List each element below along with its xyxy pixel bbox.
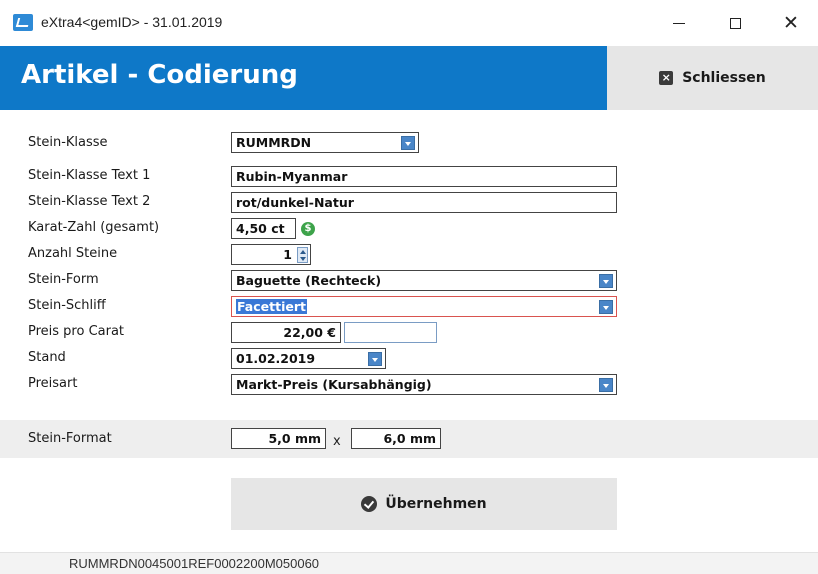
format-separator: x [333,434,341,449]
anzahl-steine-value: 1 [283,247,292,262]
stein-klasse-text2-field[interactable]: rot/dunkel-Natur [231,192,617,213]
anzahl-steine-stepper[interactable]: 1 [231,244,311,265]
stein-schliff-value: Facettiert [236,299,307,314]
preisart-select[interactable]: Markt-Preis (Kursabhängig) [231,374,617,395]
window-title: eXtra4<gemID> - 31.01.2019 [41,14,223,30]
stein-format-label: Stein-Format [28,431,112,446]
chevron-down-icon[interactable] [599,378,613,392]
page-title: Artikel - Codierung [21,60,298,90]
preis-pro-carat-value: 22,00 € [283,325,336,340]
karat-zahl-label: Karat-Zahl (gesamt) [28,220,160,235]
page-header: Artikel - Codierung × Schliessen [0,46,818,110]
minimize-icon [673,22,685,24]
stein-klasse-text1-field[interactable]: Rubin-Myanmar [231,166,617,187]
preis-pro-carat-label: Preis pro Carat [28,324,125,339]
app-icon [13,14,33,31]
dollar-icon[interactable]: $ [301,222,315,236]
preis-pro-carat-field[interactable]: 22,00 € [231,322,341,343]
maximize-icon [729,17,741,29]
stein-format-height-value: 6,0 mm [383,431,436,446]
uebernehmen-button[interactable]: Übernehmen [231,478,617,530]
stein-schliff-label: Stein-Schliff [28,298,106,313]
article-coding-form: Stein-Klasse RUMMRDN Stein-Klasse Text 1… [0,110,818,574]
stein-klasse-text1-value: Rubin-Myanmar [236,169,348,184]
anzahl-steine-label: Anzahl Steine [28,246,118,261]
schliessen-button[interactable]: × Schliessen [607,46,818,110]
close-box-icon: × [659,71,674,85]
stand-date-picker[interactable]: 01.02.2019 [231,348,386,369]
check-circle-icon [361,496,378,512]
window-close-button[interactable]: ✕ [768,8,814,38]
karat-zahl-value: 4,50 ct [236,221,285,236]
stein-format-width-field[interactable]: 5,0 mm [231,428,326,449]
stein-klasse-text1-label: Stein-Klasse Text 1 [28,168,151,183]
chevron-down-icon[interactable] [599,274,613,288]
stein-klasse-text2-value: rot/dunkel-Natur [236,195,354,210]
status-bar: RUMMRDN0045001REF0002200M050060 [0,552,818,574]
stein-form-value: Baguette (Rechteck) [236,273,382,288]
stand-label: Stand [28,350,66,365]
stein-format-width-value: 5,0 mm [268,431,321,446]
karat-zahl-field[interactable]: 4,50 ct [231,218,296,239]
chevron-down-icon[interactable] [368,352,382,366]
stein-klasse-select[interactable]: RUMMRDN [231,132,419,153]
window-title-bar: eXtra4<gemID> - 31.01.2019 ✕ [0,0,818,46]
stein-klasse-label: Stein-Klasse [28,135,108,150]
maximize-button[interactable] [712,8,758,38]
chevron-down-icon[interactable] [599,300,613,314]
spinner-arrows-icon[interactable] [297,247,308,263]
uebernehmen-label: Übernehmen [385,496,487,512]
stein-form-label: Stein-Form [28,272,99,287]
preisart-label: Preisart [28,376,78,391]
schliessen-label: Schliessen [682,70,766,86]
stein-schliff-select[interactable]: Facettiert [231,296,617,317]
stand-value: 01.02.2019 [236,351,316,366]
minimize-button[interactable] [656,8,702,38]
preisart-value: Markt-Preis (Kursabhängig) [236,377,432,392]
close-icon: ✕ [783,12,799,34]
stein-klasse-value: RUMMRDN [236,135,312,150]
stein-klasse-text2-label: Stein-Klasse Text 2 [28,194,151,209]
stein-format-height-field[interactable]: 6,0 mm [351,428,441,449]
chevron-down-icon[interactable] [401,136,415,150]
preis-extra-field[interactable] [344,322,437,343]
stein-form-select[interactable]: Baguette (Rechteck) [231,270,617,291]
status-code: RUMMRDN0045001REF0002200M050060 [69,556,320,571]
